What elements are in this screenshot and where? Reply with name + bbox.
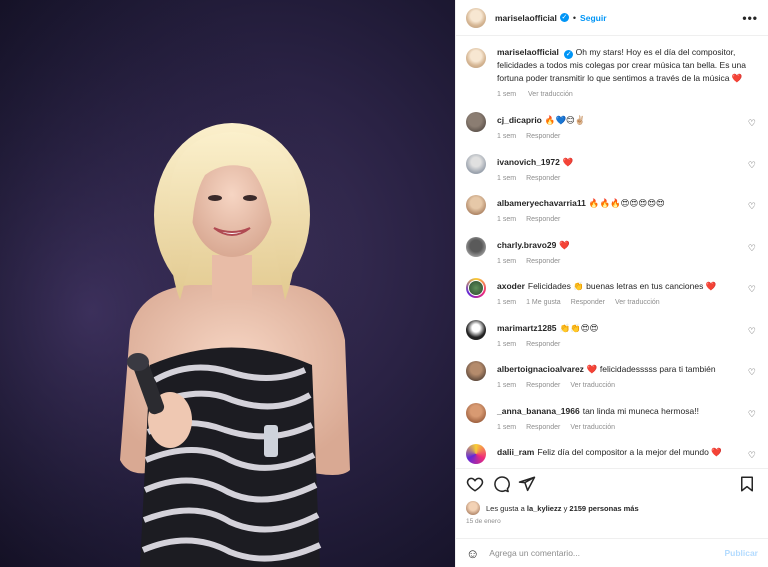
author-avatar[interactable]: [466, 7, 486, 28]
reply-link[interactable]: Responder: [526, 258, 560, 265]
author-username[interactable]: mariselaofficial: [495, 13, 557, 23]
reply-link[interactable]: Responder: [526, 382, 560, 389]
reply-link[interactable]: Responder: [526, 424, 560, 431]
commenter-avatar-story-ring[interactable]: [466, 444, 486, 464]
translate-link[interactable]: Ver traducción: [570, 382, 615, 389]
comment-time: 1 sem: [497, 382, 517, 389]
post-date[interactable]: 15 de enero: [466, 518, 501, 525]
comment-text: Felicidades 👏 buenas letras en tus canci…: [527, 281, 717, 291]
commenter-avatar[interactable]: [466, 236, 486, 257]
comment-text: ❤️: [559, 239, 570, 250]
reply-link[interactable]: Responder: [526, 341, 560, 348]
add-comment-bar: ☺ Publicar: [456, 538, 768, 567]
caption-time: 1 sem: [497, 91, 517, 98]
liker-avatar[interactable]: [466, 501, 480, 515]
post-actions-bar: [456, 468, 768, 500]
commenter-avatar[interactable]: [466, 319, 486, 340]
like-comment-heart-icon[interactable]: ♡: [748, 367, 756, 378]
comment-row: _anna_banana_1966 tan linda mi muneca her…: [466, 402, 758, 445]
commenter-username[interactable]: ivanovich_1972: [497, 157, 560, 167]
publish-button[interactable]: Publicar: [724, 548, 758, 558]
commenter-username[interactable]: charly.bravo29: [497, 240, 556, 250]
comments-list[interactable]: mariselaofficial ✓ Oh my stars! Hoy es e…: [456, 36, 768, 468]
caption-translate-link[interactable]: Ver traducción: [528, 91, 573, 98]
likes-prefix: Les gusta a: [486, 503, 525, 513]
reply-link[interactable]: Responder: [526, 175, 560, 182]
like-comment-heart-icon[interactable]: ♡: [748, 118, 756, 129]
commenter-username[interactable]: axoder: [497, 281, 525, 291]
commenter-username[interactable]: _anna_banana_1966: [497, 406, 580, 416]
commenter-username[interactable]: cj_dicaprio: [497, 115, 542, 125]
comment-time: 1 sem: [497, 133, 517, 140]
commenter-avatar-story-ring[interactable]: [466, 278, 486, 298]
comment-likes-count[interactable]: 1 Me gusta: [526, 299, 561, 306]
comment-time: 1 sem: [497, 340, 517, 348]
reply-link[interactable]: Responder: [526, 133, 560, 140]
comment-row: axoder Felicidades 👏 buenas letras en tus…: [466, 278, 758, 320]
share-paper-plane-icon[interactable]: [518, 475, 538, 495]
commenter-avatar[interactable]: [466, 361, 486, 381]
bookmark-icon[interactable]: [738, 475, 758, 495]
verified-badge-icon: ✓: [564, 50, 574, 59]
commenter-avatar[interactable]: [466, 195, 486, 215]
like-comment-heart-icon[interactable]: ♡: [748, 450, 756, 461]
comment-text: 👏👏😍😍: [559, 322, 599, 333]
translate-link[interactable]: Ver traducción: [570, 424, 615, 431]
comment-text: ❤️ felicidadesssss para ti también: [586, 364, 716, 374]
comment-time: 1 sem: [497, 299, 517, 306]
like-comment-heart-icon[interactable]: ♡: [748, 160, 756, 171]
comment-text: ❤️: [562, 156, 574, 167]
comment-row: albameryechavarria11 🔥🔥🔥😍😍😍😍😍 1 sem Respon…: [466, 195, 758, 237]
like-comment-heart-icon[interactable]: ♡: [748, 326, 756, 337]
comment-time: 1 sem: [497, 423, 517, 431]
like-heart-icon[interactable]: [466, 475, 486, 495]
comment-row: albertoignacioalvarez ❤️ felicidadesssss …: [466, 361, 758, 403]
comment-row: dalii_ram Feliz día del compositor a la m…: [466, 444, 758, 468]
post-photo[interactable]: [0, 0, 455, 567]
caption-username[interactable]: mariselaofficial: [497, 47, 559, 57]
comment-text: 🔥💙😊✌🏼: [544, 115, 586, 125]
singer-illustration: [0, 0, 455, 567]
comment-time: 1 sem: [497, 257, 517, 265]
post-side-panel: mariselaofficial ✓ • Seguir ••• marisela…: [455, 0, 768, 567]
commenter-username[interactable]: dalii_ram: [497, 447, 534, 457]
commenter-username[interactable]: marimartz1285: [497, 323, 557, 333]
emoji-picker-icon[interactable]: ☺: [466, 546, 479, 561]
comment-row: cj_dicaprio 🔥💙😊✌🏼 1 sem Responder ♡: [466, 112, 758, 154]
commenter-avatar[interactable]: [466, 153, 486, 174]
like-comment-heart-icon[interactable]: ♡: [748, 409, 756, 420]
reply-link[interactable]: Responder: [526, 216, 560, 223]
like-comment-heart-icon[interactable]: ♡: [748, 201, 756, 212]
comment-time: 1 sem: [497, 174, 517, 182]
commenter-avatar[interactable]: [466, 402, 486, 423]
post-caption: mariselaofficial ✓ Oh my stars! Hoy es e…: [466, 46, 758, 98]
caption-text: mariselaofficial ✓ Oh my stars! Hoy es e…: [497, 46, 755, 84]
post-header: mariselaofficial ✓ • Seguir •••: [456, 0, 768, 36]
likes-summary: Les gusta a la_kyliezz y 2159 personas m…: [466, 501, 758, 515]
comment-text: 🔥🔥🔥😍😍😍😍😍: [588, 198, 665, 208]
likes-count[interactable]: 2159 personas más: [569, 504, 638, 513]
translate-link[interactable]: Ver traducción: [615, 299, 660, 306]
comment-row: ivanovich_1972 ❤️ 1 sem Responder ♡: [466, 153, 758, 196]
comment-input[interactable]: [489, 548, 725, 558]
commenter-username[interactable]: albameryechavarria11: [497, 198, 586, 208]
follow-button[interactable]: Seguir: [580, 13, 606, 23]
commenter-username[interactable]: albertoignacioalvarez: [497, 364, 584, 374]
comment-row: marimartz1285 👏👏😍😍 1 sem Responder ♡: [466, 319, 758, 362]
caption-avatar[interactable]: [466, 48, 486, 68]
comment-row: charly.bravo29 ❤️ 1 sem Responder ♡: [466, 236, 758, 279]
comment-time: 1 sem: [497, 216, 517, 223]
verified-badge-icon: ✓: [559, 13, 569, 22]
comment-text: tan linda mi muneca hermosa!!: [582, 405, 699, 416]
comment-bubble-icon[interactable]: [492, 475, 512, 495]
separator-dot: •: [572, 12, 577, 23]
commenter-avatar[interactable]: [466, 112, 486, 132]
more-options-icon[interactable]: •••: [742, 11, 758, 25]
like-comment-heart-icon[interactable]: ♡: [748, 243, 756, 254]
like-comment-heart-icon[interactable]: ♡: [748, 284, 756, 295]
comment-text: Feliz día del compositor a la mejor del …: [537, 447, 722, 457]
reply-link[interactable]: Responder: [571, 299, 605, 306]
likes-and: y: [563, 503, 568, 513]
liker-username[interactable]: la_kyliezz: [527, 504, 562, 513]
